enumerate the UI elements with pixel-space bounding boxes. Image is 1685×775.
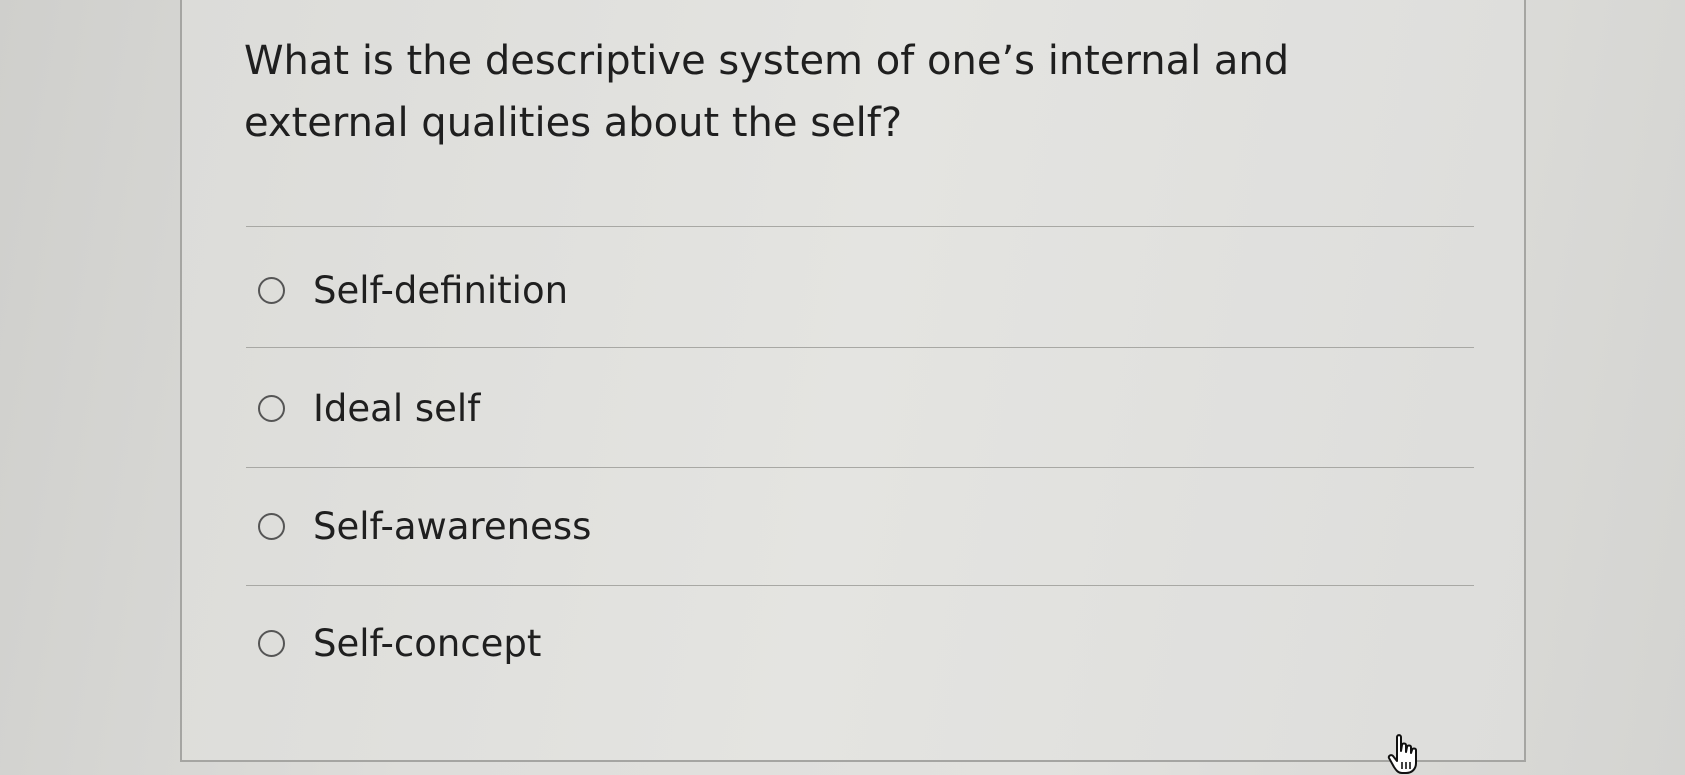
radio-button[interactable]	[258, 629, 285, 657]
hand-pointer-icon	[1387, 734, 1417, 774]
question-card: What is the descriptive system of one’s …	[180, 0, 1526, 762]
question-text: What is the descriptive system of one’s …	[244, 38, 1290, 146]
option-label: Ideal self	[313, 386, 481, 430]
option-label: Self-definition	[313, 268, 569, 312]
screen: What is the descriptive system of one’s …	[0, 0, 1685, 775]
option-self-awareness[interactable]: Self-awareness	[258, 501, 591, 551]
radio-button[interactable]	[258, 512, 285, 540]
option-self-concept[interactable]: Self-concept	[258, 618, 541, 668]
divider	[246, 347, 1474, 348]
option-label: Self-concept	[313, 621, 542, 665]
option-label: Self-awareness	[313, 504, 592, 548]
radio-button[interactable]	[258, 394, 285, 422]
option-self-definition[interactable]: Self-definition	[258, 265, 568, 315]
divider	[246, 226, 1474, 227]
divider	[246, 467, 1474, 468]
divider	[246, 585, 1474, 586]
radio-button[interactable]	[258, 276, 285, 304]
option-ideal-self[interactable]: Ideal self	[258, 383, 480, 433]
